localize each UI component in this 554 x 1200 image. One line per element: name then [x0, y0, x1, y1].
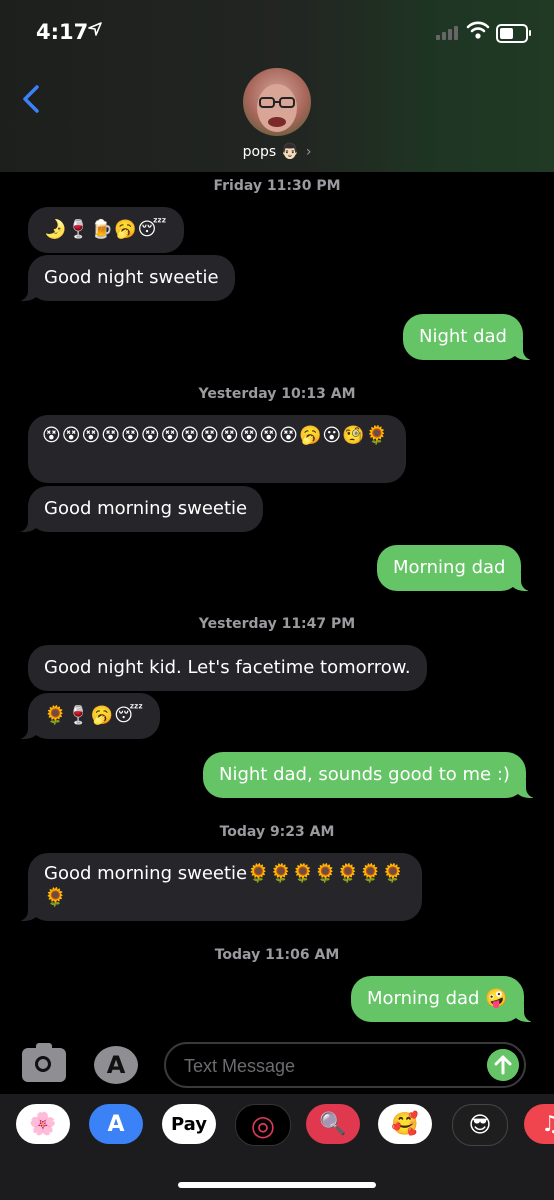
- memoji-icon: 👨🏻: [280, 142, 300, 160]
- status-time: 4:17: [36, 20, 89, 44]
- message-bubble-received[interactable]: Good morning sweetie🌻🌻🌻🌻🌻🌻🌻🌻: [18, 853, 422, 921]
- chevron-right-icon: ›: [305, 144, 312, 160]
- animoji-app-icon[interactable]: 😎: [452, 1104, 508, 1146]
- message-bubble-received[interactable]: Good night kid. Let's facetime tomorrow.: [28, 645, 427, 691]
- back-chevron-icon[interactable]: [22, 84, 40, 114]
- battery-icon: [496, 24, 531, 43]
- message-bubble-received[interactable]: 🌛🍷🍺🥱😴: [28, 207, 184, 253]
- message-bubble-received[interactable]: Good night sweetie: [18, 255, 235, 301]
- photos-app-icon[interactable]: 🌸: [16, 1104, 70, 1144]
- home-indicator[interactable]: [178, 1182, 376, 1188]
- activity-app-icon[interactable]: ◎: [235, 1104, 291, 1146]
- message-bubble-sent[interactable]: Night dad, sounds good to me :): [203, 752, 536, 798]
- music-app-icon[interactable]: ♫: [524, 1104, 554, 1144]
- message-bubble-sent[interactable]: Morning dad: [377, 545, 533, 591]
- apple-pay-app-icon[interactable]: Pay: [162, 1104, 216, 1144]
- contact-name: pops: [242, 144, 277, 160]
- message-bubble-received[interactable]: 😵😵😵😵😵😵😵😵😵😵😵😵😵🥱😮🧐🌻: [28, 415, 406, 483]
- message-bubble-sent[interactable]: Morning dad 🤪: [351, 976, 534, 1022]
- status-bar: 4:17: [0, 0, 554, 60]
- timestamp: Friday 11:30 PM: [213, 178, 341, 194]
- message-bubble-received[interactable]: 🌻🍷🥱😴: [17, 693, 161, 739]
- message-bubble-received[interactable]: Good morning sweetie: [17, 486, 264, 532]
- message-bubble-sent[interactable]: Night dad: [403, 314, 533, 360]
- app-store-apps-icon[interactable]: A: [94, 1046, 138, 1084]
- location-arrow-icon: [88, 22, 102, 36]
- message-input-field[interactable]: [164, 1042, 526, 1088]
- cellular-signal-icon: [436, 26, 458, 40]
- timestamp: Yesterday 11:47 PM: [198, 616, 356, 632]
- wifi-icon: [466, 21, 490, 39]
- timestamp: Today 9:23 AM: [219, 824, 335, 840]
- app-store-app-icon[interactable]: A: [89, 1104, 143, 1144]
- memoji-stickers-app-icon[interactable]: 🥰: [378, 1104, 432, 1144]
- message-input[interactable]: [182, 1052, 476, 1080]
- contact-avatar[interactable]: [243, 68, 311, 136]
- timestamp: Yesterday 10:13 AM: [198, 386, 356, 402]
- timestamp: Today 11:06 AM: [214, 947, 340, 963]
- camera-icon[interactable]: [22, 1043, 66, 1082]
- web-search-app-icon[interactable]: 🔍: [306, 1104, 360, 1144]
- contact-name-row[interactable]: pops 👨🏻 ›: [0, 142, 554, 160]
- send-arrow-icon[interactable]: [487, 1049, 519, 1081]
